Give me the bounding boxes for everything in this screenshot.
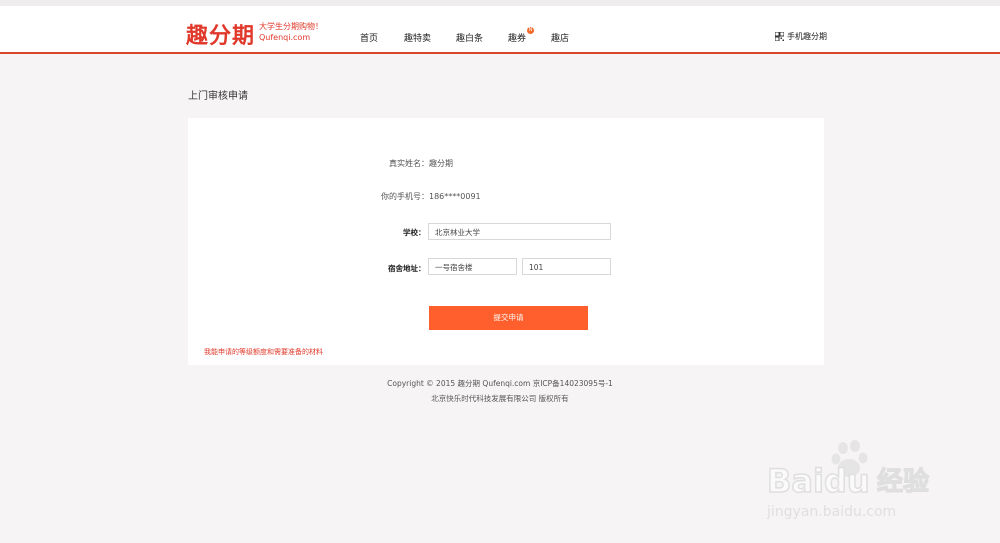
name-value: 趣分期 <box>429 159 453 168</box>
dorm-label: 宿舍地址： <box>388 264 426 273</box>
page-title: 上门审核申请 <box>188 91 248 102</box>
new-badge: N <box>527 27 534 34</box>
qr-code-icon <box>775 32 784 41</box>
name-row: 真实姓名：趣分期 <box>389 158 453 169</box>
watermark-brand-cn: 经验 <box>877 466 929 497</box>
slogan-line2: Qufenqi.com <box>259 33 311 42</box>
phone-row: 你的手机号：186****0091 <box>381 191 481 202</box>
slogan: 大学生分期购物！ Qufenqi.com <box>259 21 323 43</box>
nav-flash-sale[interactable]: 趣特卖 <box>404 31 431 44</box>
footer-copyright: Copyright © 2015 趣分期 Qufenqi.com 京ICP备14… <box>387 379 613 388</box>
baidu-watermark: Baidu 经验 jingyan.baidu.com <box>766 440 930 520</box>
name-label: 真实姓名： <box>389 159 429 168</box>
nav-home[interactable]: 首页 <box>360 31 378 44</box>
phone-value: 186****0091 <box>429 192 481 201</box>
header: 趣分期 大学生分期购物！ Qufenqi.com 首页 趣特卖 趣白条 趣券 N… <box>0 6 1000 54</box>
mobile-app-link[interactable]: 手机趣分期 <box>775 31 827 42</box>
school-input[interactable]: 北京林业大学 <box>428 223 611 240</box>
watermark-url: jingyan.baidu.com <box>766 504 896 520</box>
watermark-brand: Baidu <box>767 462 870 500</box>
nav-credit[interactable]: 趣白条 <box>456 31 483 44</box>
nav-store[interactable]: 趣店 <box>551 31 569 44</box>
slogan-line1: 大学生分期购物！ <box>259 22 323 31</box>
help-link[interactable]: 我能申请的等级额度和需要准备的材料 <box>204 347 323 357</box>
dorm-room-input[interactable]: 101 <box>522 258 611 275</box>
phone-label: 你的手机号： <box>381 192 429 201</box>
submit-button[interactable]: 提交申请 <box>429 306 588 330</box>
mobile-app-label: 手机趣分期 <box>787 32 827 41</box>
footer-company: 北京快乐时代科技发展有限公司 版权所有 <box>431 394 569 403</box>
dorm-building-input[interactable]: 一号宿舍楼 <box>428 258 517 275</box>
logo[interactable]: 趣分期 <box>186 18 255 50</box>
nav-coupons[interactable]: 趣券 <box>508 31 526 44</box>
school-label: 学校： <box>403 228 426 237</box>
